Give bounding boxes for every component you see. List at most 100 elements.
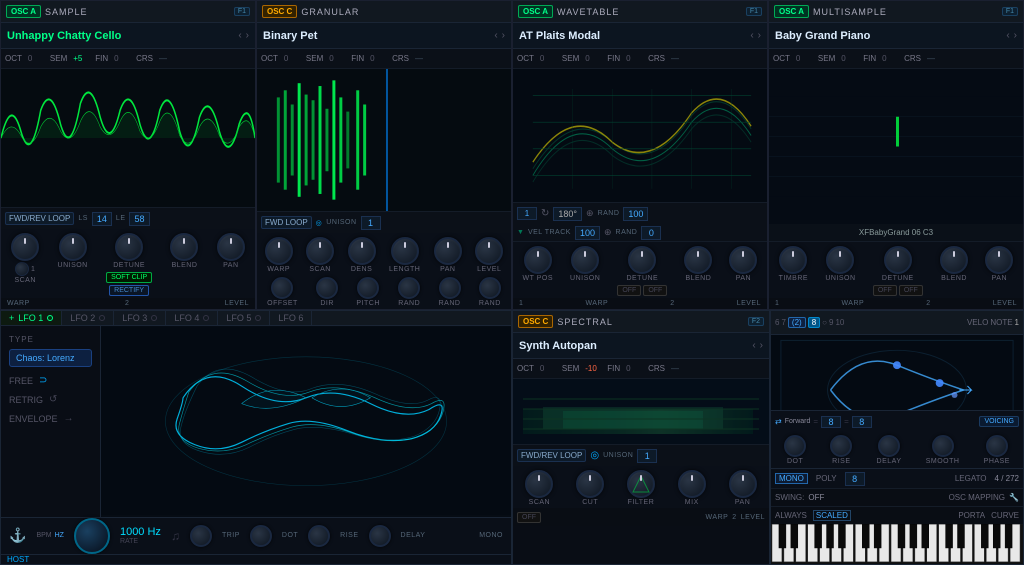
- knob-row-1: 1 SCAN UNISON DETUNE SOFT CLIP RECTIFY: [1, 229, 255, 298]
- nav-prev-3[interactable]: ‹: [750, 30, 753, 41]
- lfo-tab-6[interactable]: LFO 6: [270, 311, 312, 325]
- loop-controls-2: FWD LOOP ◎ UNISON 1: [257, 211, 511, 233]
- lfo-tab-1[interactable]: + LFO 1: [1, 311, 62, 325]
- dens-knob[interactable]: [348, 237, 376, 265]
- bottom-options-row: ALWAYS SCALED PORTA CURVE: [771, 506, 1023, 524]
- pitch-knob[interactable]: [357, 277, 379, 299]
- anchor-icon[interactable]: ⚓: [9, 527, 26, 544]
- nav-prev-4[interactable]: ‹: [1006, 30, 1009, 41]
- lfo-content: TYPE Chaos: Lorenz FREE ⊃ RETRIG ↺ ENVEL…: [1, 326, 511, 516]
- loop-mode-2[interactable]: FWD LOOP: [261, 216, 312, 229]
- lfo-tab-4[interactable]: LFO 4: [166, 311, 218, 325]
- osc-a3-name-bar: Baby Grand Piano ‹ ›: [769, 23, 1023, 49]
- osc-c-name: Binary Pet: [263, 30, 490, 42]
- blend-knob-1[interactable]: [170, 233, 198, 261]
- scan-knob[interactable]: [11, 233, 39, 261]
- pan-knob-2[interactable]: [434, 237, 462, 265]
- rand-knob-3[interactable]: [479, 277, 501, 299]
- scan-sub-knob[interactable]: [15, 262, 29, 276]
- soft-clip-btn[interactable]: SOFT CLIP: [106, 272, 152, 283]
- osc-a3-params: OCT 0 SEM 0 FIN 0 CRS —: [769, 49, 1023, 69]
- waveform-1: [1, 69, 255, 207]
- timbre-knob[interactable]: [779, 246, 807, 274]
- warp-knob-2[interactable]: [265, 237, 293, 265]
- fin-val-1: 0: [114, 54, 130, 63]
- rise-knob-chord[interactable]: [830, 435, 852, 457]
- trip-knob[interactable]: [190, 525, 212, 547]
- wtpos-knob[interactable]: [524, 246, 552, 274]
- osc-c-params: OCT 0 SEM 0 FIN 0 CRS —: [257, 49, 511, 69]
- nav-prev-5[interactable]: ‹: [752, 340, 755, 351]
- rand-val-3[interactable]: 100: [623, 207, 648, 221]
- osc-c2-name: Synth Autopan: [519, 340, 748, 352]
- detune-knob-3[interactable]: [628, 246, 656, 274]
- length-knob[interactable]: [391, 237, 419, 265]
- detune-knob-4[interactable]: [884, 246, 912, 274]
- scan-knob-5[interactable]: [525, 470, 553, 498]
- lfo-retrig-option: RETRIG ↺: [9, 394, 92, 405]
- dir-knob[interactable]: [316, 277, 338, 299]
- unison-knob-4[interactable]: [826, 246, 854, 274]
- offset-knob[interactable]: [271, 277, 293, 299]
- mix-knob[interactable]: [678, 470, 706, 498]
- blend-knob-4[interactable]: [940, 246, 968, 274]
- delay-knob-chord[interactable]: [878, 435, 900, 457]
- ls-val[interactable]: 14: [92, 212, 112, 226]
- dot-knob[interactable]: [250, 525, 272, 547]
- lfo-tab-5[interactable]: LFO 5: [218, 311, 270, 325]
- unison-knob-3[interactable]: [571, 246, 599, 274]
- pan-knob-3[interactable]: [729, 246, 757, 274]
- vel-val[interactable]: 100: [575, 226, 600, 240]
- blend-knob-3[interactable]: [684, 246, 712, 274]
- osc-c2-f2: F2: [748, 317, 764, 326]
- lfo-type-btn[interactable]: Chaos: Lorenz: [9, 349, 92, 367]
- osc-a2-type: WAVETABLE: [557, 7, 619, 17]
- swing-label: SWING:: [775, 493, 804, 502]
- level-knob-2[interactable]: [475, 237, 503, 265]
- unison-val-2[interactable]: 1: [361, 216, 381, 230]
- osc-c2-header: OSC C SPECTRAL F2: [513, 311, 769, 333]
- osc-c2-params: OCT 0 SEM -10 FIN 0 CRS —: [513, 359, 769, 379]
- nav-next-4[interactable]: ›: [1014, 30, 1017, 41]
- mono-btn[interactable]: MONO: [775, 473, 808, 484]
- osc-a-badge: OSC A: [6, 5, 41, 18]
- rand-knob-1[interactable]: [398, 277, 420, 299]
- lfo-dot-5: [255, 315, 261, 321]
- loop-mode-1[interactable]: FWD/REV LOOP: [5, 212, 74, 225]
- nav-next-3[interactable]: ›: [758, 30, 761, 41]
- rectify-btn[interactable]: RECTIFY: [109, 285, 149, 296]
- delay-knob[interactable]: [369, 525, 391, 547]
- cut-knob[interactable]: [576, 470, 604, 498]
- phase-knob[interactable]: [986, 435, 1008, 457]
- knob-pan-1: PAN: [217, 233, 245, 269]
- nav-next-1[interactable]: ›: [246, 30, 249, 41]
- rand-knob-2[interactable]: [439, 277, 461, 299]
- lfo-sidebar: TYPE Chaos: Lorenz FREE ⊃ RETRIG ↺ ENVEL…: [1, 326, 101, 516]
- nav-next-2[interactable]: ›: [502, 30, 505, 41]
- sample-name: XFBabyGrand 06 C3: [859, 228, 933, 237]
- nav-prev-2[interactable]: ‹: [494, 30, 497, 41]
- lfo-tab-2[interactable]: LFO 2: [62, 311, 114, 325]
- filter-knob[interactable]: [627, 470, 655, 498]
- unison-knob-1[interactable]: [59, 233, 87, 261]
- le-val[interactable]: 58: [129, 212, 149, 226]
- dot-knob-chord[interactable]: [784, 435, 806, 457]
- rate-knob[interactable]: [74, 518, 110, 554]
- pan-knob-4[interactable]: [985, 246, 1013, 274]
- chord-section: 6 7 (2) 8 ○ 9 10 VELO NOTE 1: [770, 310, 1024, 565]
- osc-a3-badge: OSC A: [774, 5, 809, 18]
- phase-val[interactable]: 180°: [553, 207, 582, 221]
- scan-knob-2[interactable]: [306, 237, 334, 265]
- pan-knob-5[interactable]: [729, 470, 757, 498]
- detune-knob-1[interactable]: [115, 233, 143, 261]
- rise-knob[interactable]: [308, 525, 330, 547]
- nav-prev-1[interactable]: ‹: [238, 30, 241, 41]
- lfo-tab-3[interactable]: LFO 3: [114, 311, 166, 325]
- spectral-controls: FWD/REV LOOP ◎ UNISON 1: [513, 444, 769, 466]
- knob-row-4: TIMBRE UNISON DETUNE OFF OFF BLEND PAN: [769, 242, 1023, 298]
- knob-row-2b: OFFSET DIR Pitch RAND RAND RAND: [257, 275, 511, 309]
- nav-next-5[interactable]: ›: [760, 340, 763, 351]
- knob-row-2: WARP SCAN DENS LENGTH PAN LEVEL: [257, 233, 511, 275]
- pan-knob-1[interactable]: [217, 233, 245, 261]
- smooth-knob[interactable]: [932, 435, 954, 457]
